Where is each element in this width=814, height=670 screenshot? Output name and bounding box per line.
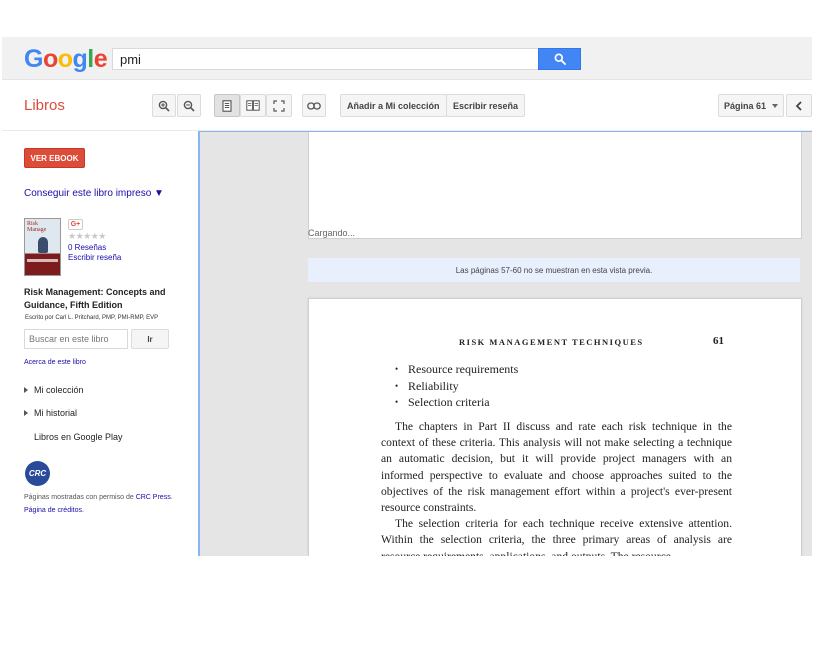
logo-letter: o xyxy=(42,45,58,73)
google-play-books-link[interactable]: Libros en Google Play xyxy=(34,432,123,442)
omitted-pages-notice: Las páginas 57-60 no se muestran en esta… xyxy=(308,258,800,282)
loading-text: Cargando... xyxy=(308,228,356,238)
zoom-out-icon xyxy=(183,100,195,112)
logo-letter: e xyxy=(93,45,108,73)
link-button[interactable] xyxy=(302,94,326,117)
book-cover[interactable]: Risk Manage xyxy=(24,218,61,276)
search-input[interactable] xyxy=(112,48,538,70)
running-head: RISK MANAGEMENT TECHNIQUES xyxy=(459,337,644,347)
triangle-right-icon xyxy=(24,387,28,393)
fullscreen-button[interactable] xyxy=(266,94,292,117)
page-body-text: The chapters in Part II discuss and rate… xyxy=(381,419,732,556)
search-in-book-button[interactable]: Ir xyxy=(131,329,169,349)
paragraph: The chapters in Part II discuss and rate… xyxy=(381,420,732,515)
logo-letter: g xyxy=(72,45,88,73)
my-collection-label: Mi colección xyxy=(34,385,84,395)
rating-stars: ★★★★★ xyxy=(68,231,106,241)
book-sidebar: VER EBOOK Conseguir este libro impreso ▼… xyxy=(2,131,198,556)
publisher-logo[interactable]: CRC xyxy=(25,461,50,486)
bullet-item: Selection criteria xyxy=(395,394,518,411)
get-print-book-link[interactable]: Conseguir este libro impreso ▼ xyxy=(24,188,164,199)
publisher-link[interactable]: CRC Press xyxy=(136,494,171,501)
book-title: Risk Management: Concepts and Guidance, … xyxy=(24,287,166,310)
cover-figure-art xyxy=(38,237,48,253)
loading-page xyxy=(308,132,802,239)
logo-letter: G xyxy=(24,45,43,73)
add-to-collection-label: Añadir a Mi colección xyxy=(347,100,440,111)
zoom-in-button[interactable] xyxy=(152,94,176,117)
chevron-left-icon xyxy=(795,100,802,111)
zoom-in-icon xyxy=(158,100,170,112)
chevron-down-icon xyxy=(772,103,779,108)
link-icon xyxy=(307,101,321,110)
permission-text: Páginas mostradas con permiso de xyxy=(24,494,134,501)
my-history-label: Mi historial xyxy=(34,408,78,418)
book-page: RISK MANAGEMENT TECHNIQUES 61 Resource r… xyxy=(308,298,802,556)
bullet-list: Resource requirements Reliability Select… xyxy=(395,361,518,411)
zoom-out-button[interactable] xyxy=(177,94,201,117)
permission-notice: Páginas mostradas con permiso de CRC Pre… xyxy=(24,494,173,514)
search-button[interactable] xyxy=(538,48,581,70)
credits-link[interactable]: Página de créditos. xyxy=(24,507,84,514)
section-title[interactable]: Libros xyxy=(24,97,65,114)
add-to-collection-button[interactable]: Añadir a Mi colección xyxy=(340,94,447,117)
paragraph: The selection criteria for each techniqu… xyxy=(381,517,732,556)
search-icon xyxy=(554,53,566,65)
page-number: 61 xyxy=(713,335,724,347)
write-review-label: Escribir reseña xyxy=(453,100,519,111)
google-play-books-label: Libros en Google Play xyxy=(34,432,123,442)
search-bar: Google xyxy=(2,37,812,80)
triangle-right-icon xyxy=(24,410,28,416)
single-page-icon xyxy=(222,99,232,112)
google-plus-button[interactable]: G+ xyxy=(68,219,83,230)
book-author: Escrito por Carl L. Pritchard, PMP, PMI-… xyxy=(25,315,159,321)
write-review-button[interactable]: Escribir reseña xyxy=(446,94,526,117)
previous-page-button[interactable] xyxy=(786,94,812,117)
bullet-item: Reliability xyxy=(395,378,518,395)
book-viewer[interactable]: Cargando... Las páginas 57-60 no se mues… xyxy=(198,131,812,556)
reviews-count-link[interactable]: 0 Reseñas xyxy=(68,243,106,252)
my-history-item[interactable]: Mi historial xyxy=(24,408,77,418)
about-book-link[interactable]: Acerca de este libro xyxy=(24,359,86,366)
write-review-link[interactable]: Escribir reseña xyxy=(68,253,121,262)
view-ebook-button[interactable]: VER EBOOK xyxy=(24,148,85,168)
single-page-view-button[interactable] xyxy=(214,94,240,117)
page-selector[interactable]: Página 61 xyxy=(718,94,784,117)
google-logo[interactable]: Google xyxy=(24,45,108,73)
cover-author-art xyxy=(27,259,58,262)
bullet-item: Resource requirements xyxy=(395,361,518,378)
search-in-book-input[interactable] xyxy=(24,329,128,349)
my-collection-item[interactable]: Mi colección xyxy=(24,385,84,395)
two-page-icon xyxy=(246,100,260,111)
two-page-view-button[interactable] xyxy=(240,94,266,117)
logo-letter: o xyxy=(57,45,73,73)
page-selector-label: Página 61 xyxy=(723,100,767,111)
cover-title-art: Risk Manage xyxy=(27,221,47,233)
google-books-page: Google Libros xyxy=(0,0,814,670)
fullscreen-icon xyxy=(273,99,285,112)
books-toolbar: Libros Añadir a Mi colección Escribir re… xyxy=(2,81,812,131)
